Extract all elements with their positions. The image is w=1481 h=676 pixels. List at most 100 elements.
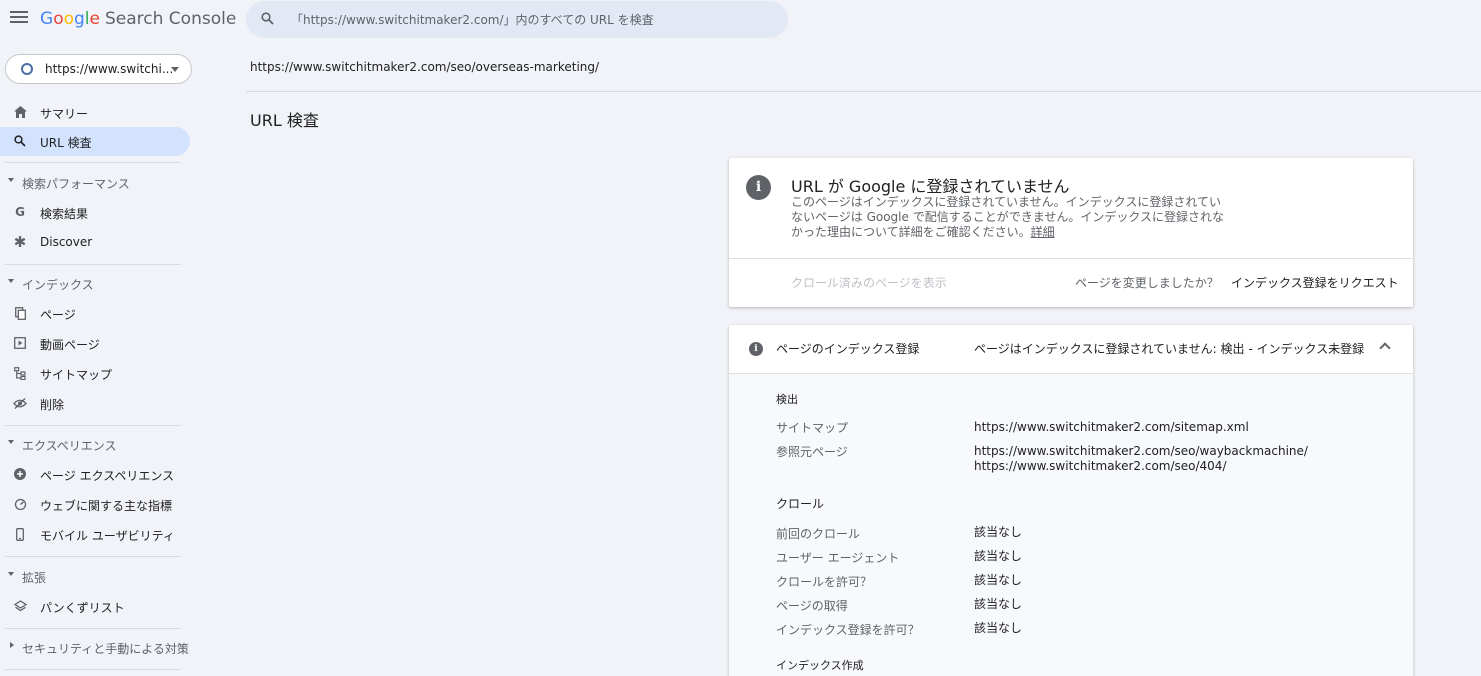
section-search-performance[interactable]: 検索パフォーマンス (0, 172, 190, 194)
gauge-icon (13, 497, 27, 511)
description-line: かった理由について詳細をご確認ください。 (791, 225, 1031, 239)
sidebar-item-label: ウェブに関する主な指標 (40, 499, 173, 513)
expand-arrow-icon (10, 642, 14, 648)
page-indexing-label: ページのインデックス登録 (776, 342, 920, 356)
description-line: ないページは Google で配信することができません。インデックスに登録されな (791, 210, 1224, 224)
info-icon: i (749, 342, 763, 356)
description-line: このページはインデックスに登録されていません。インデックスに登録されてい (791, 195, 1221, 209)
sidebar-item-label: パンくずリスト (40, 601, 125, 615)
home-icon (13, 105, 27, 119)
section-label: セキュリティと手動による対策 (22, 642, 189, 656)
page-indexing-header[interactable]: i ページのインデックス登録 ページはインデックスに登録されていません: 検出 … (729, 325, 1413, 373)
section-enhancements[interactable]: 拡張 (0, 566, 190, 588)
crawl-allowed-value: 該当なし (974, 573, 1023, 587)
header-divider (246, 91, 1481, 92)
view-crawled-page-button[interactable]: クロール済みのページを表示 (791, 274, 947, 291)
indexing-allowed-key: インデックス登録を許可？ (776, 623, 920, 637)
sitemap-value: https://www.switchitmaker2.com/sitemap.x… (974, 420, 1249, 434)
sidebar-item-mobile-usability[interactable]: モバイル ユーザビリティ (0, 520, 190, 549)
referring-page-value: https://www.switchitmaker2.com/seo/wayba… (974, 444, 1308, 474)
sidebar-item-discover[interactable]: ✱ Discover (0, 228, 190, 257)
status-title: URL が Google に登録されていません (791, 177, 1070, 196)
discovery-heading: 検出 (776, 393, 798, 406)
property-selector[interactable]: https://www.switchi... (5, 54, 192, 84)
pages-icon (13, 306, 27, 320)
inspected-url: https://www.switchitmaker2.com/seo/overs… (250, 60, 600, 74)
section-label: 検索パフォーマンス (22, 177, 130, 191)
sidebar-divider (5, 556, 181, 557)
collapse-arrow-icon (8, 440, 14, 444)
plus-circle-icon (13, 467, 27, 481)
status-description: このページはインデックスに登録されていません。インデックスに登録されてい ないペ… (791, 195, 1231, 240)
crawl-heading: クロール (776, 497, 825, 511)
app-logo[interactable]: Google Search Console (40, 9, 236, 29)
sidebar-divider (5, 669, 181, 670)
page-indexing-details: 検出 サイトマップ https://www.switchitmaker2.com… (729, 373, 1413, 676)
sidebar-item-label: ページ (40, 308, 76, 322)
sidebar-item-page-experience[interactable]: ページ エクスペリエンス (0, 460, 190, 489)
sidebar-item-label: サイトマップ (40, 368, 113, 382)
page-indexing-status: ページはインデックスに登録されていません: 検出 - インデックス未登録 (974, 342, 1365, 356)
google-wordmark: Google (40, 9, 100, 29)
crawl-allowed-key: クロールを許可？ (776, 575, 873, 589)
sidebar-item-sitemaps[interactable]: サイトマップ (0, 359, 190, 388)
collapse-arrow-icon (8, 572, 14, 576)
property-icon (21, 63, 33, 75)
sidebar-item-url-inspection[interactable]: URL 検査 (0, 127, 190, 156)
section-label: 拡張 (22, 571, 47, 585)
search-input[interactable] (291, 1, 771, 38)
sidebar-item-label: ページ エクスペリエンス (40, 469, 175, 483)
details-link[interactable]: 詳細 (1031, 225, 1055, 239)
request-indexing-button[interactable]: インデックス登録をリクエスト (1231, 274, 1399, 291)
sidebar-divider (5, 162, 181, 163)
indexing-heading: インデックス作成 (776, 659, 864, 672)
sidebar-item-pages[interactable]: ページ (0, 299, 190, 328)
page-fetch-value: 該当なし (974, 597, 1023, 611)
dropdown-caret-icon (171, 67, 179, 72)
property-label: https://www.switchi... (45, 62, 174, 76)
video-page-icon (13, 336, 27, 350)
referring-page-url: https://www.switchitmaker2.com/seo/wayba… (974, 444, 1308, 458)
last-crawl-key: 前回のクロール (776, 527, 861, 541)
referring-page-key: 参照元ページ (776, 445, 848, 459)
phone-icon (13, 527, 27, 541)
search-icon (13, 134, 27, 148)
sidebar-item-core-web-vitals[interactable]: ウェブに関する主な指標 (0, 490, 190, 519)
sidebar-item-removals[interactable]: 削除 (0, 389, 190, 418)
sitemap-icon (13, 366, 27, 380)
section-index[interactable]: インデックス (0, 273, 190, 295)
collapse-arrow-icon (8, 279, 14, 283)
page-indexing-card: i ページのインデックス登録 ページはインデックスに登録されていません: 検出 … (729, 325, 1413, 676)
sidebar-item-label: Discover (40, 235, 93, 249)
description-line-3: かった理由について詳細をご確認ください。詳細 (791, 225, 1231, 240)
index-status-card: i URL が Google に登録されていません このページはインデックスに登… (729, 158, 1413, 307)
sidebar-item-breadcrumbs[interactable]: パンくずリスト (0, 592, 190, 621)
section-experience[interactable]: エクスペリエンス (0, 434, 190, 456)
hamburger-menu-icon[interactable] (10, 11, 28, 27)
google-g-icon: G (15, 205, 25, 219)
section-security-manual-actions[interactable]: セキュリティと手動による対策 (0, 637, 190, 659)
section-label: インデックス (22, 278, 94, 292)
product-name: Search Console (105, 9, 237, 29)
sidebar-item-search-results[interactable]: G 検索結果 (0, 198, 190, 227)
sidebar-item-video-pages[interactable]: 動画ページ (0, 329, 190, 358)
page-fetch-key: ページの取得 (776, 599, 848, 613)
user-agent-key: ユーザー エージェント (776, 551, 900, 565)
sidebar-item-label: 削除 (40, 398, 65, 412)
sidebar-item-label: 検索結果 (40, 207, 89, 221)
section-label: エクスペリエンス (22, 439, 117, 453)
search-console-app: GoogleSearch Console https://www.switchi… (0, 0, 1481, 676)
asterisk-icon: ✱ (13, 233, 27, 251)
referring-page-url: https://www.switchitmaker2.com/seo/404/ (974, 459, 1227, 473)
page-title: URL 検査 (250, 111, 319, 130)
top-bar: Google Search Console (0, 0, 1481, 40)
sidebar-item-label: URL 検査 (40, 136, 92, 150)
page-changed-label: ページを変更しましたか？ (1075, 276, 1219, 290)
sidebar-item-label: モバイル ユーザビリティ (40, 529, 175, 543)
search-icon (261, 12, 274, 25)
sidebar-item-summary[interactable]: サマリー (0, 98, 190, 127)
url-inspection-search[interactable] (246, 1, 788, 38)
sidebar-divider (5, 425, 181, 426)
sidebar-item-label: 動画ページ (40, 338, 100, 352)
chevron-up-icon[interactable] (1379, 342, 1391, 354)
